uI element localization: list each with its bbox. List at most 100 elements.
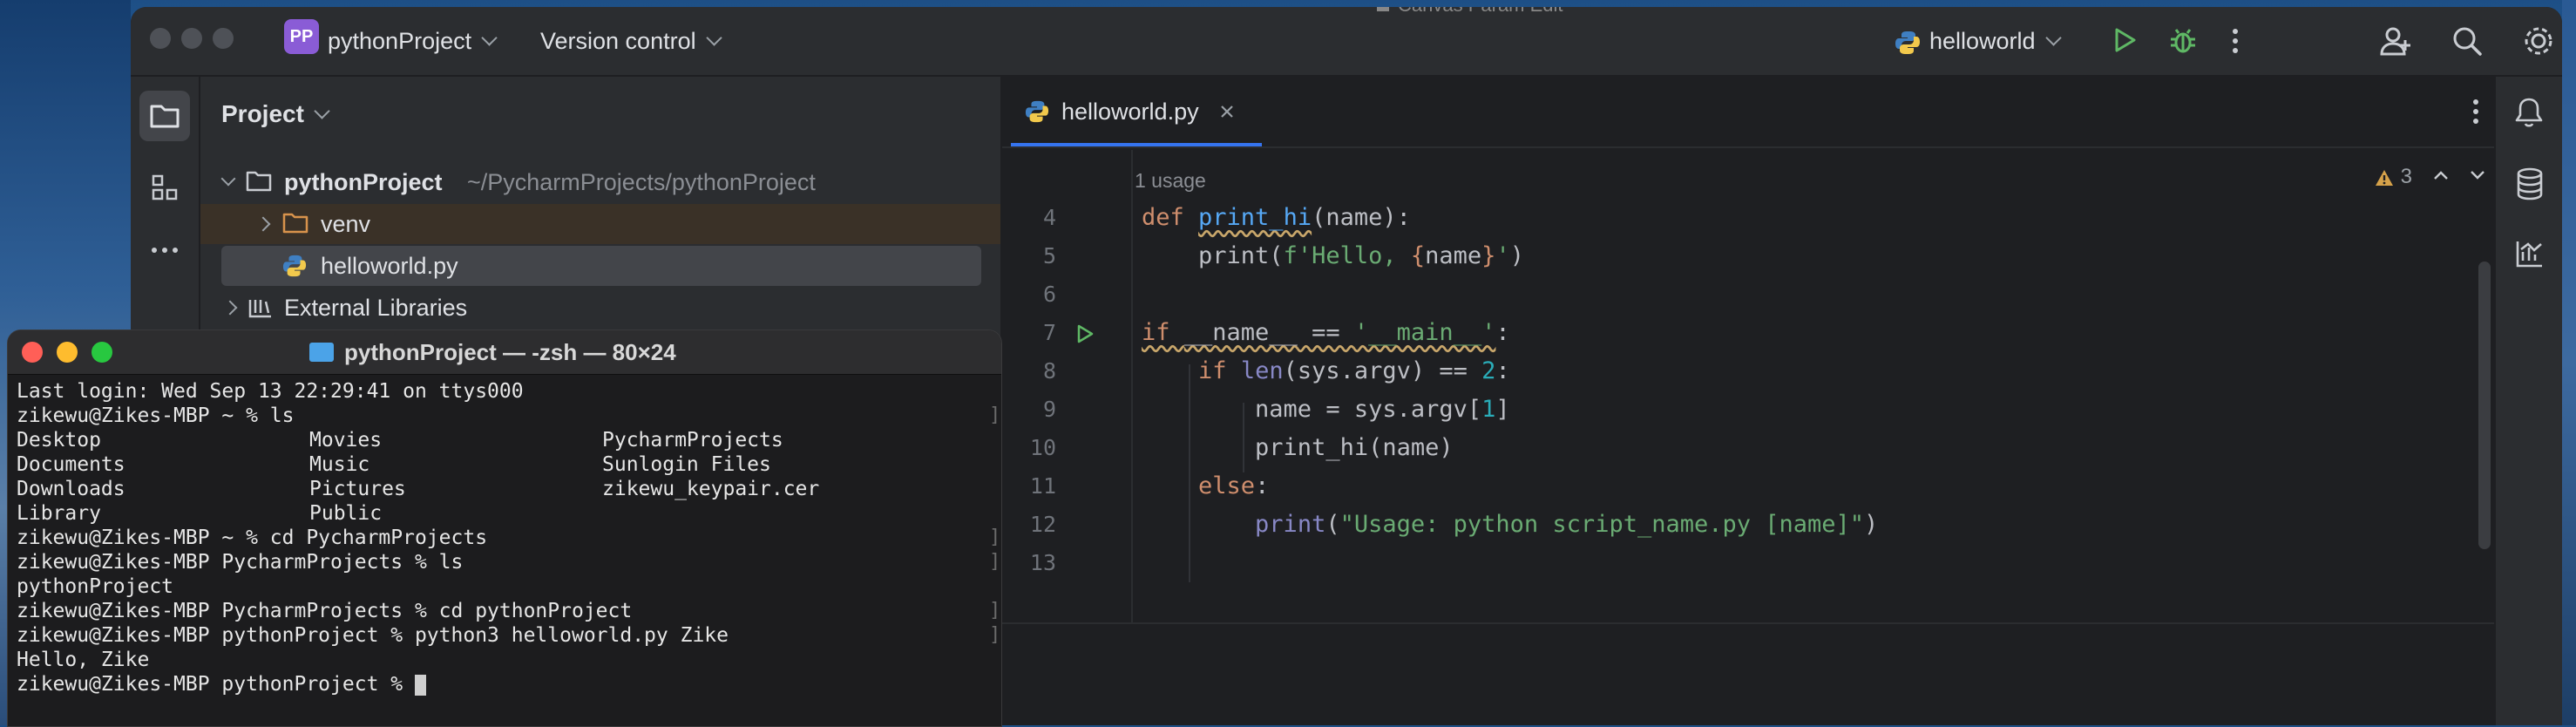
window-close-button[interactable] xyxy=(150,28,171,49)
ls-entry: Pictures xyxy=(309,478,406,500)
ls-entry: PycharmProjects xyxy=(602,429,783,452)
tree-item-external-libraries[interactable]: External Libraries xyxy=(200,288,1000,328)
ls-entry: Library xyxy=(17,502,101,525)
editor-scrollbar[interactable] xyxy=(2478,262,2491,549)
chevron-down-icon xyxy=(314,103,330,119)
code-line-9[interactable]: name = sys.argv[1] xyxy=(1142,391,1510,429)
terminal-zoom-button[interactable] xyxy=(92,342,112,363)
background-window-title: Canvas Param Edit xyxy=(1377,7,1563,17)
code-line-5[interactable]: print(f'Hello, {name}') xyxy=(1142,237,1524,275)
terminal-close-button[interactable] xyxy=(22,342,43,363)
profiler-chart-icon[interactable] xyxy=(2515,239,2545,268)
editor-tab-label: helloworld.py xyxy=(1061,99,1199,125)
project-tool-button[interactable] xyxy=(139,91,190,141)
code-line-12[interactable]: print("Usage: python script_name.py [nam… xyxy=(1142,506,1878,544)
window-minimize-button[interactable] xyxy=(181,28,202,49)
tree-item-label: helloworld.py xyxy=(321,253,458,279)
terminal-line: zikewu@Zikes-MBP pythonProject % python3… xyxy=(17,624,729,647)
prompt-mark: ] xyxy=(989,551,1001,573)
chevron-down-icon xyxy=(705,30,722,46)
terminal-cursor xyxy=(414,674,426,696)
terminal-line: Last login: Wed Sep 13 22:29:41 on ttys0… xyxy=(17,380,524,403)
code-editor: helloworld.py 3 1 usage 4 5 6 7 8 9 10 1… xyxy=(1002,77,2494,725)
line-number: 6 xyxy=(1042,282,1056,307)
project-panel-header[interactable]: Project xyxy=(221,94,330,134)
code-line-8[interactable]: if len(sys.argv) == 2: xyxy=(1142,352,1510,391)
right-tool-strip xyxy=(2494,77,2562,725)
ide-titlebar: PP pythonProject Version control Canvas … xyxy=(131,7,2562,77)
tree-item-label: venv xyxy=(321,211,371,237)
run-gutter-icon[interactable] xyxy=(1075,324,1095,343)
search-icon[interactable] xyxy=(2451,24,2484,58)
tree-item-project-root[interactable]: pythonProject ~/PycharmProjects/pythonPr… xyxy=(200,162,1000,202)
structure-tool-button[interactable] xyxy=(139,162,190,213)
add-user-icon[interactable] xyxy=(2379,24,2412,58)
more-horizontal-icon xyxy=(152,248,178,253)
code-line-4[interactable]: def print_hi(name): xyxy=(1142,199,1411,237)
structure-icon xyxy=(152,174,178,200)
version-control-menu[interactable]: Version control xyxy=(540,7,722,75)
version-control-label: Version control xyxy=(540,28,696,54)
line-number: 5 xyxy=(1042,243,1056,268)
line-number: 8 xyxy=(1042,358,1056,384)
warning-count: 3 xyxy=(2400,165,2413,188)
usage-hint[interactable]: 1 usage xyxy=(1135,169,1206,193)
ls-entry: Desktop xyxy=(17,429,101,452)
database-icon[interactable] xyxy=(2515,167,2545,200)
settings-gear-icon[interactable] xyxy=(2522,24,2555,58)
run-icon[interactable] xyxy=(2111,26,2139,54)
ls-entry: Sunlogin Files xyxy=(602,453,771,476)
project-switcher[interactable]: pythonProject xyxy=(328,7,498,75)
terminal-title: pythonProject — -zsh — 80×24 xyxy=(309,330,676,374)
tree-item-label: External Libraries xyxy=(284,295,468,321)
editor-bottom-divider xyxy=(1002,622,2494,624)
project-badge-icon: PP xyxy=(284,19,319,54)
chevron-down-icon xyxy=(481,30,498,46)
warning-icon xyxy=(2376,169,2393,186)
ls-entry: Downloads xyxy=(17,478,125,500)
editor-more-icon[interactable] xyxy=(2471,98,2480,126)
folder-icon xyxy=(246,171,272,192)
close-tab-icon[interactable] xyxy=(1220,105,1234,119)
tree-item-helloworld[interactable]: helloworld.py xyxy=(221,246,981,286)
more-tools-button[interactable] xyxy=(139,225,190,275)
debug-icon[interactable] xyxy=(2168,26,2198,56)
line-number: 7 xyxy=(1042,320,1056,345)
ls-entry: Music xyxy=(309,453,370,476)
terminal-line: zikewu@Zikes-MBP PycharmProjects % cd py… xyxy=(17,600,633,622)
code-line-10[interactable]: print_hi(name) xyxy=(1142,429,1454,467)
collapsed-arrow-icon xyxy=(222,300,238,316)
code-line-7[interactable]: if __name__ == '__main__': xyxy=(1142,314,1510,352)
line-number: 10 xyxy=(1029,435,1056,460)
inspection-widget[interactable]: 3 xyxy=(2374,162,2412,192)
code-line-11[interactable]: else: xyxy=(1142,467,1269,506)
notifications-bell-icon[interactable] xyxy=(2513,96,2545,129)
line-number: 12 xyxy=(1029,512,1056,537)
previous-highlight-icon[interactable] xyxy=(2433,169,2449,181)
editor-tab-helloworld[interactable]: helloworld.py xyxy=(1011,77,1262,146)
prompt-mark: ] xyxy=(989,404,1001,426)
chevron-down-icon xyxy=(2044,30,2062,46)
terminal-minimize-button[interactable] xyxy=(57,342,78,363)
editor-tab-bar: helloworld.py xyxy=(1002,77,2494,148)
line-number: 13 xyxy=(1029,550,1056,575)
python-file-icon xyxy=(1895,31,1920,54)
terminal-line: pythonProject xyxy=(17,575,174,598)
ls-entry: Movies xyxy=(309,429,383,452)
tree-item-venv[interactable]: venv xyxy=(200,204,1000,244)
more-actions-icon[interactable] xyxy=(2229,26,2241,56)
ls-entry: Documents xyxy=(17,453,125,476)
ls-entry: zikewu_keypair.cer xyxy=(602,478,820,500)
file-icon xyxy=(1377,7,1389,11)
terminal-line: Hello, Zike xyxy=(17,649,150,671)
run-configuration-selector[interactable]: helloworld xyxy=(1895,7,2062,75)
terminal-window: pythonProject — -zsh — 80×24 Last login:… xyxy=(7,330,1002,727)
window-zoom-button[interactable] xyxy=(213,28,234,49)
python-file-icon xyxy=(1025,100,1049,123)
next-highlight-icon[interactable] xyxy=(2470,169,2485,181)
line-number: 9 xyxy=(1042,397,1056,422)
run-config-name: helloworld xyxy=(1929,28,2036,54)
terminal-prompt-line[interactable]: zikewu@Zikes-MBP pythonProject % xyxy=(17,672,426,696)
line-number: 11 xyxy=(1029,473,1056,499)
prompt-mark: ] xyxy=(989,527,1001,548)
